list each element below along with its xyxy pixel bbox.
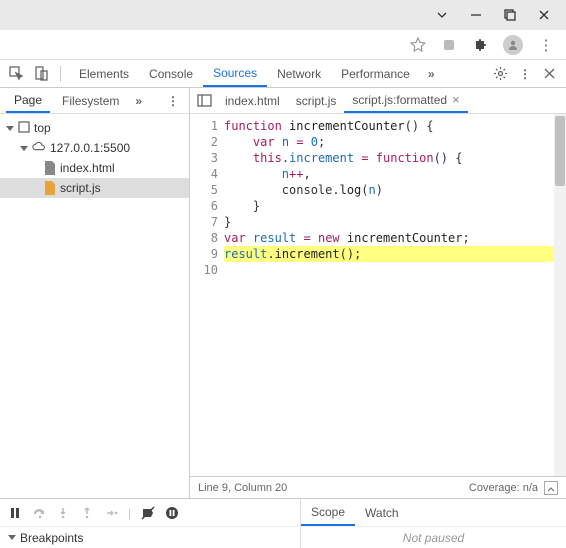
editor-tab[interactable]: script.js:formatted × bbox=[344, 88, 467, 113]
navigator-tabs: Page Filesystem » ⋮ bbox=[0, 88, 189, 114]
pause-icon[interactable] bbox=[8, 506, 22, 520]
breakpoints-section[interactable]: Breakpoints bbox=[0, 527, 300, 548]
deactivate-breakpoints-icon[interactable] bbox=[141, 506, 155, 520]
step-out-icon[interactable] bbox=[80, 506, 94, 520]
editor-content[interactable]: 12345678910 function incrementCounter() … bbox=[190, 114, 566, 476]
scrollbar[interactable] bbox=[554, 114, 566, 476]
gear-icon[interactable] bbox=[493, 66, 508, 81]
kebab-icon[interactable]: ⋮ bbox=[538, 37, 554, 53]
tree-file[interactable]: index.html bbox=[0, 158, 189, 178]
navigator-panel: Page Filesystem » ⋮ top 127.0.0. bbox=[0, 88, 190, 498]
editor-tab[interactable]: index.html bbox=[217, 88, 288, 113]
kebab-icon[interactable]: ⋮ bbox=[163, 94, 183, 108]
line-gutter: 12345678910 bbox=[190, 114, 224, 476]
file-icon bbox=[44, 161, 56, 175]
coverage-status: Coverage: n/a bbox=[469, 482, 538, 494]
devtools-tab-network[interactable]: Network bbox=[267, 60, 331, 87]
close-icon[interactable]: × bbox=[452, 92, 460, 107]
editor-tab-label: index.html bbox=[225, 94, 280, 108]
debugger-row: Breakpoints Not paused bbox=[0, 526, 566, 548]
nav-toggle-icon[interactable] bbox=[197, 93, 212, 108]
cursor-position: Line 9, Column 20 bbox=[198, 482, 287, 494]
chevron-down-icon bbox=[6, 126, 14, 131]
editor-tab[interactable]: script.js bbox=[288, 88, 345, 113]
more-nav-icon[interactable]: » bbox=[131, 94, 146, 108]
frame-icon bbox=[18, 121, 30, 136]
step-over-icon[interactable] bbox=[32, 506, 46, 520]
devtools-tab-console[interactable]: Console bbox=[139, 60, 203, 87]
puzzle-icon[interactable] bbox=[472, 37, 488, 53]
tree-top-label: top bbox=[34, 121, 51, 135]
step-into-icon[interactable] bbox=[56, 506, 70, 520]
devtools-tab-performance[interactable]: Performance bbox=[331, 60, 420, 87]
navigator-tab-page[interactable]: Page bbox=[6, 88, 50, 113]
extension-icon[interactable] bbox=[441, 37, 457, 53]
tree-file-label: script.js bbox=[60, 181, 101, 195]
more-tabs-icon[interactable]: » bbox=[424, 67, 439, 81]
navigator-tab-filesystem[interactable]: Filesystem bbox=[54, 88, 127, 113]
devtools-tab-elements[interactable]: Elements bbox=[69, 60, 139, 87]
tree-file[interactable]: script.js bbox=[0, 178, 189, 198]
step-icon[interactable] bbox=[104, 506, 118, 520]
editor-tab-label: script.js bbox=[296, 94, 337, 108]
maximize-button[interactable] bbox=[503, 8, 517, 22]
inspect-icon[interactable] bbox=[9, 66, 24, 81]
devtools-toolbar: ElementsConsoleSourcesNetworkPerformance… bbox=[0, 60, 566, 88]
tree-file-label: index.html bbox=[60, 161, 115, 175]
pause-on-exceptions-icon[interactable] bbox=[165, 506, 179, 520]
cloud-icon bbox=[32, 140, 46, 157]
divider bbox=[60, 66, 61, 82]
tree-origin-label: 127.0.0.1:5500 bbox=[50, 141, 130, 155]
minimize-button[interactable] bbox=[469, 8, 483, 22]
chevron-down-icon bbox=[20, 146, 28, 151]
avatar[interactable] bbox=[503, 35, 523, 55]
editor-tabs: index.html script.js script.js:formatted × bbox=[190, 88, 566, 114]
close-button[interactable] bbox=[537, 8, 551, 22]
chevron-down-icon bbox=[8, 535, 16, 540]
debugger-controls: | bbox=[0, 506, 300, 520]
breakpoints-label: Breakpoints bbox=[20, 531, 83, 545]
close-devtools-icon[interactable] bbox=[542, 66, 557, 81]
device-icon[interactable] bbox=[34, 66, 49, 81]
devtools-tab-sources[interactable]: Sources bbox=[203, 60, 267, 87]
scope-not-paused: Not paused bbox=[300, 527, 566, 548]
devtools: ElementsConsoleSourcesNetworkPerformance… bbox=[0, 60, 566, 548]
kebab-icon[interactable]: ⋮ bbox=[515, 67, 535, 81]
scroll-thumb[interactable] bbox=[555, 116, 565, 186]
tree-top[interactable]: top bbox=[0, 118, 189, 138]
window-titlebar bbox=[0, 0, 566, 30]
editor-tab-label: script.js:formatted bbox=[352, 93, 447, 107]
browser-toolbar: ⋮ bbox=[0, 30, 566, 60]
format-icon[interactable] bbox=[544, 481, 558, 495]
dropdown-icon[interactable] bbox=[435, 8, 449, 22]
tab-scope[interactable]: Scope bbox=[301, 499, 355, 526]
debugger-bar: | Scope Watch bbox=[0, 498, 566, 526]
devtools-tabs: ElementsConsoleSourcesNetworkPerformance bbox=[69, 60, 420, 87]
tab-watch[interactable]: Watch bbox=[355, 499, 409, 526]
js-file-icon bbox=[44, 181, 56, 195]
tree-origin[interactable]: 127.0.0.1:5500 bbox=[0, 138, 189, 158]
star-icon[interactable] bbox=[410, 37, 426, 53]
editor-panel: index.htmlscript.jsscript.js:formatted× … bbox=[190, 88, 566, 498]
debugger-side-tabs: Scope Watch bbox=[300, 499, 566, 526]
editor-status: Line 9, Column 20 Coverage: n/a bbox=[190, 476, 566, 498]
file-tree: top 127.0.0.1:5500 index.html script.js bbox=[0, 114, 189, 202]
code-area[interactable]: function incrementCounter() { var n = 0;… bbox=[224, 114, 566, 476]
